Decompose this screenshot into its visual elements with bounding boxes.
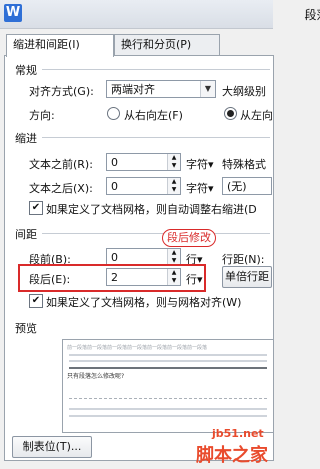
spacing-after-label: 段后(E):	[29, 273, 71, 286]
spacing-heading: 间距	[15, 228, 37, 241]
spacing-before-value: 0	[111, 251, 118, 264]
watermark-brand: 脚本之家	[196, 445, 268, 466]
chevron-down-icon: ▼	[200, 81, 215, 97]
auto-right-indent-checkbox[interactable]: ✔	[29, 201, 43, 215]
rtl-label[interactable]: 从右向左(F)	[124, 107, 183, 123]
app-logo-icon: W	[4, 4, 22, 22]
preview-line	[69, 408, 267, 410]
tab-indent-spacing[interactable]: 缩进和间距(I)	[6, 34, 114, 57]
align-label: 对齐方式(G):	[29, 85, 94, 98]
spacing-after-value: 2	[111, 271, 118, 284]
tab-stops-button[interactable]: 制表位(T)...	[12, 436, 92, 458]
indent-after-label: 文本之后(X):	[29, 182, 93, 195]
spacing-after-input[interactable]: 2 ▲ ▼	[106, 268, 181, 286]
indent-after-input[interactable]: 0 ▲ ▼	[106, 177, 181, 195]
title-bar: W 段落	[0, 0, 320, 29]
dialog-title: 段落	[304, 8, 320, 22]
spinner-icon[interactable]: ▲ ▼	[167, 269, 180, 285]
general-divider	[42, 69, 270, 70]
ltr-label[interactable]: 从左向	[240, 107, 273, 123]
spacing-after-unit[interactable]: 行▾	[186, 271, 203, 287]
line-spacing-select[interactable]: 单倍行距	[222, 266, 272, 288]
special-format-select[interactable]: (无)	[222, 177, 272, 195]
auto-right-indent-label[interactable]: 如果定义了文档网格，则自动调整右缩进(D	[46, 201, 272, 217]
direction-label: 方向:	[29, 109, 55, 122]
tab-line-page-breaks[interactable]: 换行和分页(P)	[114, 34, 220, 55]
preview-line	[69, 354, 267, 356]
spacing-divider	[42, 233, 270, 234]
preview-sample-line: 前一段落前一段落前一段落前一段落前一段落前一段落前一段落	[67, 345, 208, 351]
indent-heading: 缩进	[15, 132, 37, 145]
indent-after-value: 0	[111, 180, 118, 193]
line-spacing-label: 行距(N):	[222, 253, 265, 266]
indent-before-unit[interactable]: 字符▾	[186, 156, 214, 172]
indent-before-value: 0	[111, 156, 118, 169]
indent-before-input[interactable]: 0 ▲ ▼	[106, 153, 181, 171]
snap-to-grid-checkbox[interactable]: ✔	[29, 294, 43, 308]
align-select[interactable]: 两端对齐 ▼	[106, 80, 216, 98]
outline-label: 大纲级别	[222, 85, 266, 98]
special-format-value: (无)	[227, 180, 247, 193]
align-select-value: 两端对齐	[111, 83, 155, 96]
snap-to-grid-label[interactable]: 如果定义了文档网格，则与网格对齐(W)	[46, 294, 241, 310]
indent-divider	[42, 137, 270, 138]
indent-before-label: 文本之前(R):	[29, 158, 93, 171]
preview-box: 前一段落前一段落前一段落前一段落前一段落前一段落前一段落 只有段落怎么修改呢?	[62, 339, 274, 433]
ltr-radio[interactable]	[224, 107, 237, 120]
spinner-icon[interactable]: ▲ ▼	[167, 178, 180, 194]
general-heading: 常规	[15, 64, 37, 77]
preview-line	[69, 398, 267, 401]
special-format-label: 特殊格式	[222, 158, 266, 171]
preview-selected-text: 只有段落怎么修改呢?	[67, 373, 125, 380]
annotation-callout: 段后修改	[162, 229, 216, 247]
preview-line	[69, 415, 267, 417]
indent-after-unit[interactable]: 字符▾	[186, 180, 214, 196]
spinner-icon[interactable]: ▲ ▼	[167, 154, 180, 170]
watermark-site: jb51.net	[212, 427, 264, 440]
preview-heading: 预览	[15, 322, 37, 335]
rtl-radio[interactable]	[107, 107, 120, 120]
spinner-icon[interactable]: ▲ ▼	[167, 249, 180, 265]
preview-line	[69, 367, 267, 369]
preview-line	[69, 360, 267, 362]
